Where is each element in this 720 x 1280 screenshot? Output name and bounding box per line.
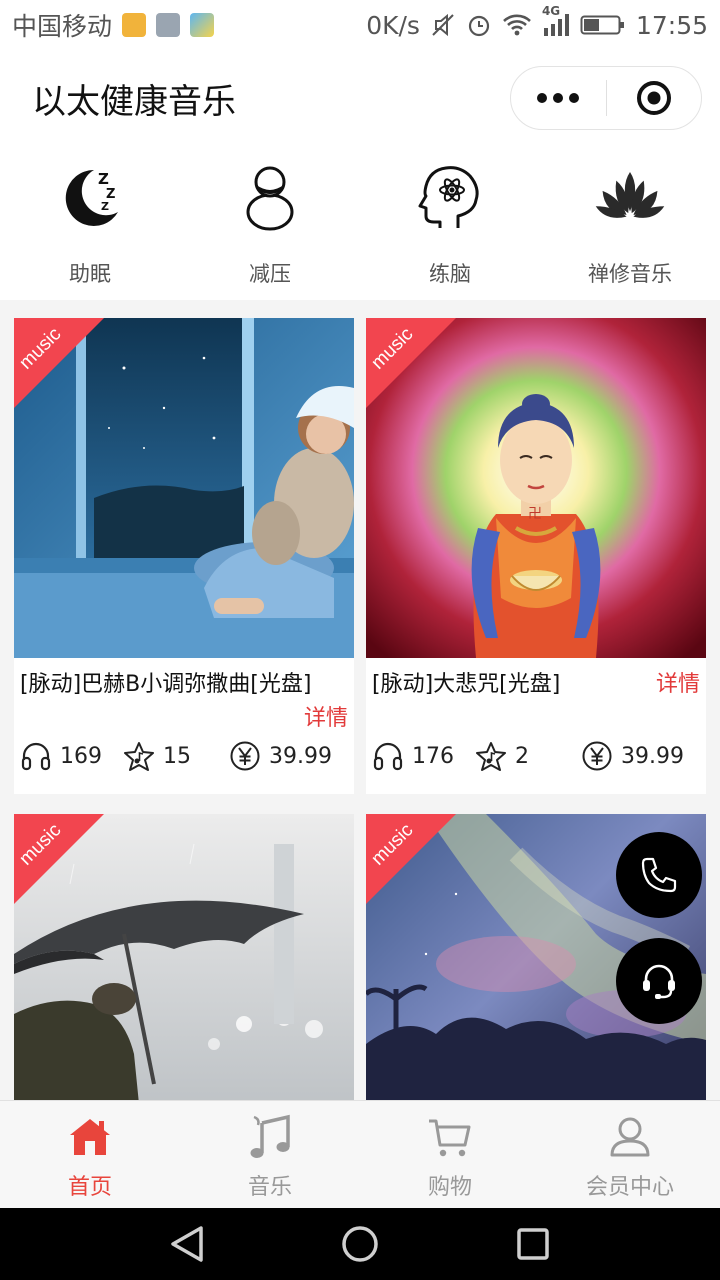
favorites-stat: 2: [475, 740, 581, 772]
product-cover-image[interactable]: music: [14, 814, 354, 1102]
recents-button[interactable]: [503, 1214, 563, 1274]
brain-head-icon: [414, 160, 486, 232]
category-label: 助眠: [69, 262, 111, 286]
price-value: 39.99: [621, 743, 684, 769]
tab-label: 会员中心: [585, 1175, 674, 1200]
product-title: [脉动]大悲咒[光盘]: [372, 672, 561, 697]
lotus-icon: [594, 160, 666, 232]
category-label: 禅修音乐: [588, 262, 672, 286]
music-note-icon: [246, 1113, 294, 1161]
back-triangle-icon: [170, 1226, 203, 1262]
duck-icon: [234, 160, 306, 232]
paper-plane-icon: [190, 13, 215, 37]
plays-count: 169: [60, 743, 102, 769]
tab-member-center[interactable]: 会员中心: [540, 1101, 720, 1208]
product-cover-image[interactable]: 卍 music: [366, 318, 706, 658]
clock-label: 17:55: [635, 10, 708, 40]
call-button[interactable]: [616, 832, 702, 918]
yen-coin-icon: [230, 741, 260, 771]
price-stat: 39.99: [229, 740, 332, 772]
sim-icon: [122, 13, 147, 37]
star-note-icon: [124, 742, 154, 771]
recents-square-icon: [517, 1228, 550, 1260]
product-cover-image[interactable]: music: [14, 318, 354, 658]
plays-count: 176: [412, 743, 454, 769]
product-card[interactable]: music [脉动]巴赫B小调弥撒曲[光盘] 详情 169 15 39.99: [14, 318, 354, 794]
favorites-stat: 15: [123, 740, 229, 772]
headphones-icon: [373, 742, 403, 771]
favorites-count: 2: [515, 743, 529, 769]
headphones-icon: [21, 742, 51, 771]
system-nav-bar: [0, 1208, 720, 1280]
favorites-count: 15: [163, 743, 191, 769]
mini-program-capsule: [510, 66, 702, 130]
alarm-icon: [468, 15, 490, 37]
status-right: 0K/s 4G 17:55: [366, 4, 708, 40]
category-label: 减压: [249, 262, 291, 286]
svg-text:Z: Z: [98, 170, 109, 188]
category-sleep[interactable]: Z Z Z 助眠: [0, 146, 180, 300]
category-nav: Z Z Z 助眠 减压 练脑 禅修音乐: [0, 146, 720, 300]
tab-home[interactable]: 首页: [0, 1101, 180, 1208]
tab-label: 购物: [427, 1175, 472, 1200]
yen-coin-icon: [582, 741, 612, 771]
product-card[interactable]: 卍 music [脉动]大悲咒[光盘] 详情 176 2 39.99: [366, 318, 706, 794]
svg-text:Z: Z: [101, 200, 109, 213]
net-speed-label: 0K/s: [366, 10, 420, 40]
category-relax[interactable]: 减压: [180, 146, 360, 300]
home-icon: [68, 1113, 112, 1161]
tab-label: 首页: [67, 1175, 112, 1200]
more-button[interactable]: [511, 67, 606, 129]
headset-icon: [643, 964, 675, 999]
page-title: 以太健康音乐: [32, 81, 236, 122]
app-root: 中国移动 0K/s 4G 17:55 以太健康音乐 Z Z Z 助眠 减压 练脑…: [0, 0, 720, 1280]
title-bar: 以太健康音乐: [0, 50, 720, 146]
bottom-tab-bar: 首页 音乐 购物 会员中心: [0, 1100, 720, 1208]
svg-text:卍: 卍: [528, 506, 542, 522]
cart-icon: [427, 1113, 473, 1161]
mute-icon: [432, 13, 454, 37]
moon-sleep-icon: Z Z Z: [54, 160, 126, 232]
plays-stat: 176: [372, 740, 475, 772]
tab-shopping[interactable]: 购物: [360, 1101, 540, 1208]
network-type-label: 4G: [541, 4, 561, 18]
product-stats: 169 15 39.99: [20, 740, 332, 772]
detail-link[interactable]: 详情: [304, 700, 348, 732]
customer-service-button[interactable]: [616, 938, 702, 1024]
tab-music[interactable]: 音乐: [180, 1101, 360, 1208]
target-circle-icon: [636, 81, 671, 115]
home-circle-icon: [342, 1226, 378, 1262]
signal-indicator: 4G: [542, 4, 570, 38]
category-label: 练脑: [429, 262, 471, 286]
phone-icon: [641, 857, 677, 893]
back-button[interactable]: [157, 1214, 217, 1274]
carrier-label: 中国移动: [12, 12, 113, 41]
status-left: 中国移动: [12, 7, 215, 43]
price-value: 39.99: [269, 743, 332, 769]
user-icon: [608, 1113, 652, 1161]
battery-icon: [580, 15, 624, 35]
product-title: [脉动]巴赫B小调弥撒曲[光盘]: [20, 672, 312, 697]
product-feed: music [脉动]巴赫B小调弥撒曲[光盘] 详情 169 15 39.99 卍…: [0, 300, 720, 1102]
status-bar: 中国移动 0K/s 4G 17:55: [0, 0, 720, 50]
more-dots-icon: [537, 93, 580, 103]
product-info: [脉动]大悲咒[光盘] 详情 176 2 39.99: [366, 658, 706, 794]
category-meditation[interactable]: 禅修音乐: [540, 146, 720, 300]
wifi-icon: [503, 14, 531, 36]
product-stats: 176 2 39.99: [372, 740, 684, 772]
image-icon: [156, 13, 181, 37]
tab-label: 音乐: [247, 1175, 292, 1200]
product-card[interactable]: music: [14, 814, 354, 1102]
star-note-icon: [476, 742, 506, 771]
category-brain[interactable]: 练脑: [360, 146, 540, 300]
detail-link[interactable]: 详情: [656, 666, 700, 698]
product-info: [脉动]巴赫B小调弥撒曲[光盘] 详情 169 15 39.99: [14, 658, 354, 794]
home-system-button[interactable]: [330, 1214, 390, 1274]
close-mini-program-button[interactable]: [607, 67, 702, 129]
price-stat: 39.99: [581, 740, 684, 772]
plays-stat: 169: [20, 740, 123, 772]
